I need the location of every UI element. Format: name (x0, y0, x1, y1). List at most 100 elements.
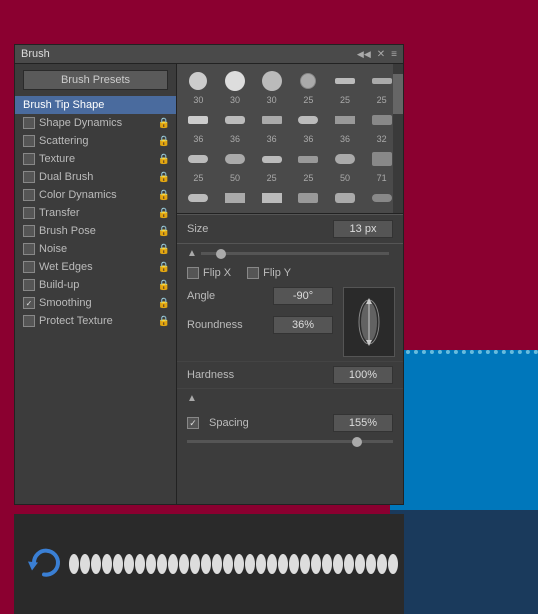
scattering-checkbox[interactable] (23, 135, 35, 147)
size-label: Size (187, 223, 333, 235)
size-slider-row: ▲ (177, 244, 403, 263)
brush-item[interactable]: 36 (254, 107, 289, 144)
brush-item[interactable]: 50 (218, 146, 253, 183)
spacing-checkbox[interactable]: ✓ (187, 417, 199, 429)
sidebar-item-shape-dynamics[interactable]: Shape Dynamics 🔒 (15, 114, 176, 132)
sidebar: Brush Presets Brush Tip Shape Shape Dyna… (15, 64, 177, 504)
brush-item[interactable]: 25 (254, 146, 289, 183)
sidebar-item-protect-texture[interactable]: Protect Texture 🔒 (15, 312, 176, 330)
scrollbar-thumb (393, 74, 403, 114)
dual-brush-checkbox[interactable] (23, 171, 35, 183)
sidebar-item-noise[interactable]: Noise 🔒 (15, 240, 176, 258)
sidebar-item-brush-tip-shape[interactable]: Brush Tip Shape (15, 96, 176, 114)
sidebar-item-texture[interactable]: Texture 🔒 (15, 150, 176, 168)
stroke-preview (14, 514, 404, 614)
texture-lock: 🔒 (158, 154, 170, 165)
brush-item[interactable]: 25 (291, 146, 326, 183)
title-icons: ◀◀ ✕ ≡ (357, 49, 397, 60)
sidebar-item-build-up[interactable]: Build-up 🔒 (15, 276, 176, 294)
protect-texture-lock: 🔒 (158, 316, 170, 327)
brush-item[interactable]: 30 (181, 68, 216, 105)
menu-icon[interactable]: ≡ (391, 49, 397, 60)
flip-row: Flip X Flip Y (177, 263, 403, 283)
brush-panel: Brush ◀◀ ✕ ≡ Brush Presets Brush Tip Sha… (14, 44, 404, 505)
sidebar-item-color-dynamics[interactable]: Color Dynamics 🔒 (15, 186, 176, 204)
brush-item[interactable]: 50 (291, 185, 326, 214)
panel-body: Brush Presets Brush Tip Shape Shape Dyna… (15, 64, 403, 504)
brush-item[interactable]: 36 (181, 107, 216, 144)
transfer-checkbox[interactable] (23, 207, 35, 219)
sidebar-item-brush-pose[interactable]: Brush Pose 🔒 (15, 222, 176, 240)
noise-lock: 🔒 (158, 244, 170, 255)
brush-grid-scrollbar[interactable] (393, 64, 403, 213)
spacing-input[interactable] (333, 414, 393, 432)
hardness-input[interactable] (333, 366, 393, 384)
flip-y-checkbox[interactable] (247, 267, 259, 279)
sidebar-item-transfer[interactable]: Transfer 🔒 (15, 204, 176, 222)
close-icon[interactable]: ✕ (377, 49, 385, 60)
angle-controls: Angle Roundness (187, 287, 333, 357)
noise-checkbox[interactable] (23, 243, 35, 255)
sidebar-item-dual-brush[interactable]: Dual Brush 🔒 (15, 168, 176, 186)
smoothing-lock: 🔒 (158, 298, 170, 309)
size-input[interactable] (333, 220, 393, 238)
flip-x-checkbox[interactable] (187, 267, 199, 279)
wet-edges-lock: 🔒 (158, 262, 170, 273)
content-area: 30 30 30 25 25 25 36 36 36 36 36 32 25 5… (177, 64, 403, 504)
sidebar-item-scattering[interactable]: Scattering 🔒 (15, 132, 176, 150)
color-dynamics-lock: 🔒 (158, 190, 170, 201)
brush-pose-lock: 🔒 (158, 226, 170, 237)
flip-x-label[interactable]: Flip X (187, 267, 231, 279)
brush-item[interactable]: 36 (291, 107, 326, 144)
panel-titlebar: Brush ◀◀ ✕ ≡ (15, 45, 403, 64)
scattering-lock: 🔒 (158, 136, 170, 147)
spacing-label: Spacing (209, 417, 327, 429)
angle-section: Angle Roundness (177, 283, 403, 361)
angle-input[interactable] (273, 287, 333, 305)
shape-dynamics-checkbox[interactable] (23, 117, 35, 129)
brush-item[interactable]: 50 (328, 185, 363, 214)
angle-diagram[interactable] (343, 287, 395, 357)
brush-presets-button[interactable]: Brush Presets (23, 70, 168, 90)
angle-label: Angle (187, 290, 267, 302)
hardness-slider-row: ▲ (177, 389, 403, 408)
brush-item[interactable]: 25 (181, 146, 216, 183)
spacing-slider-container (177, 438, 403, 447)
roundness-input[interactable] (273, 316, 333, 334)
shape-dynamics-lock: 🔒 (158, 118, 170, 129)
texture-checkbox[interactable] (23, 153, 35, 165)
brush-item[interactable]: 36 (328, 107, 363, 144)
size-slider-decrease[interactable]: ▲ (187, 248, 197, 259)
sidebar-item-wet-edges[interactable]: Wet Edges 🔒 (15, 258, 176, 276)
brush-grid: 30 30 30 25 25 25 36 36 36 36 36 32 25 5… (177, 64, 403, 214)
transfer-lock: 🔒 (158, 208, 170, 219)
protect-texture-checkbox[interactable] (23, 315, 35, 327)
collapse-icon[interactable]: ◀◀ (357, 49, 371, 60)
panel-title: Brush (21, 48, 50, 60)
brush-item[interactable]: 25 (328, 68, 363, 105)
sidebar-item-smoothing[interactable]: ✓ Smoothing 🔒 (15, 294, 176, 312)
hardness-slider-arrow[interactable]: ▲ (187, 393, 197, 404)
smoothing-checkbox[interactable]: ✓ (23, 297, 35, 309)
roundness-label: Roundness (187, 319, 267, 331)
hardness-label: Hardness (187, 369, 327, 381)
undo-icon (24, 543, 64, 586)
flip-y-label[interactable]: Flip Y (247, 267, 291, 279)
color-dynamics-checkbox[interactable] (23, 189, 35, 201)
build-up-checkbox[interactable] (23, 279, 35, 291)
brush-item[interactable]: 50 (328, 146, 363, 183)
angle-row: Angle (187, 287, 333, 305)
build-up-lock: 🔒 (158, 280, 170, 291)
wet-edges-checkbox[interactable] (23, 261, 35, 273)
brush-item[interactable]: 25 (181, 185, 216, 214)
brush-pose-checkbox[interactable] (23, 225, 35, 237)
brush-item[interactable]: 50 (218, 185, 253, 214)
brush-item[interactable]: 50 (254, 185, 289, 214)
brush-item[interactable]: 30 (218, 68, 253, 105)
brush-item[interactable]: 30 (254, 68, 289, 105)
brush-item[interactable]: 36 (218, 107, 253, 144)
size-row: Size (177, 214, 403, 244)
brush-item[interactable]: 25 (291, 68, 326, 105)
brush-stroke (69, 554, 399, 574)
hardness-row: Hardness (177, 361, 403, 389)
